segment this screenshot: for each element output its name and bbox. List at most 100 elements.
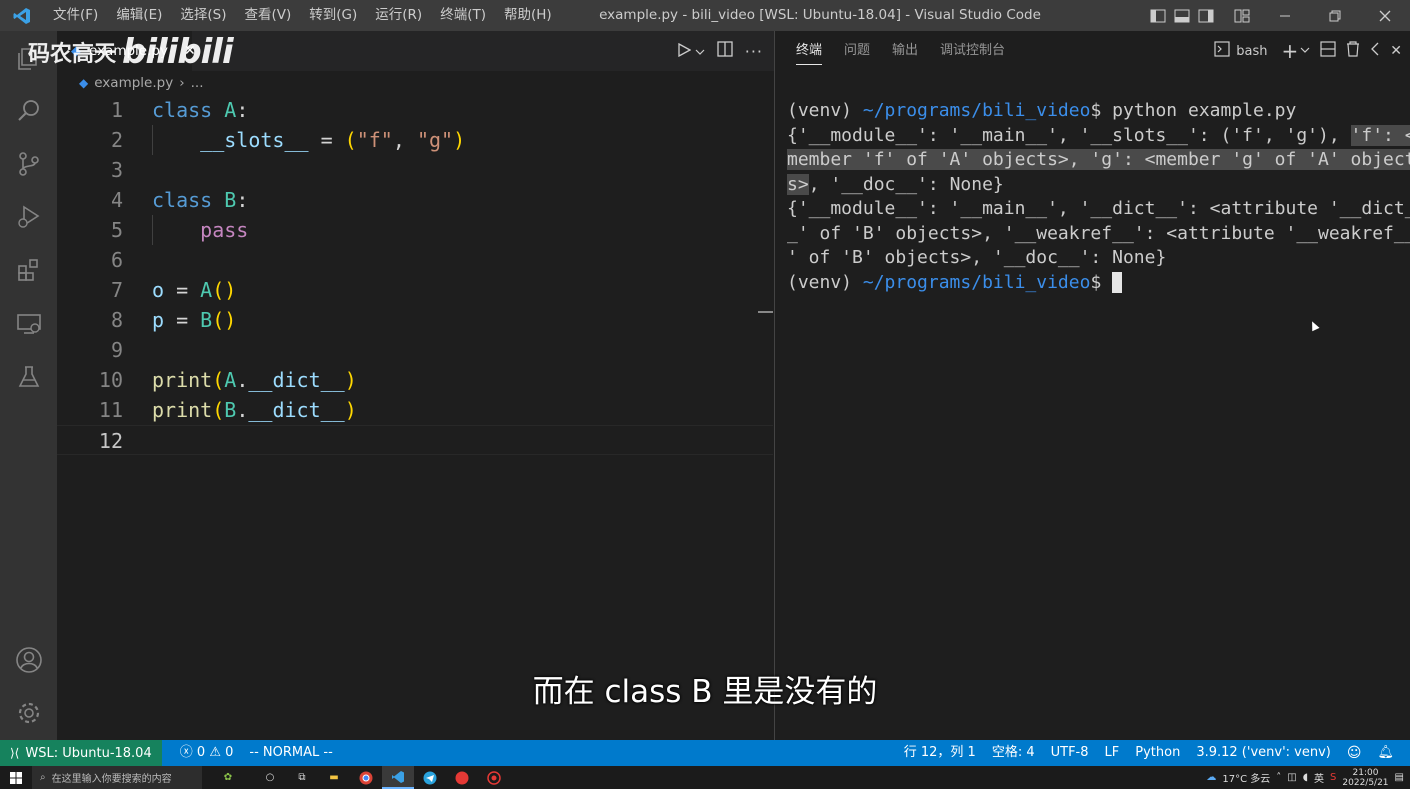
task-view-icon[interactable]: ⧉ [286,766,318,789]
code-editor[interactable]: 1 class A: 2 __slots__ = ("f", "g") 3 4 class… [57,95,773,740]
file-explorer-icon[interactable]: ▬ [318,766,350,789]
vscode-logo-icon [0,0,44,31]
menu-go[interactable]: 转到(G) [300,0,366,31]
warning-icon: ⚠ [209,745,221,760]
terminal-dropdown-chevron-down-icon[interactable] [1300,44,1310,59]
bilibili-logo: bilibili [122,32,234,72]
python-interpreter[interactable]: 3.9.12 ('venv': venv) [1188,740,1339,766]
window-title: example.py - bili_video [WSL: Ubuntu-18.… [599,7,1041,23]
kill-terminal-trash-icon[interactable] [1346,41,1360,61]
tab-problems[interactable]: 问题 [833,31,881,71]
code-line[interactable]: 8 p = B() [57,305,773,335]
search-highlight-icon[interactable]: ✿ [202,766,254,789]
code-line[interactable]: 2 __slots__ = ("f", "g") [57,125,773,155]
menu-selection[interactable]: 选择(S) [171,0,235,31]
code-line[interactable]: 1 class A: [57,95,773,125]
ime-indicator[interactable]: 英 [1314,770,1324,785]
menu-view[interactable]: 查看(V) [236,0,301,31]
tab-debug-console[interactable]: 调试控制台 [929,31,1016,71]
code-line[interactable]: 6 [57,245,773,275]
toggle-panel-icon[interactable] [1170,0,1194,31]
language-mode[interactable]: Python [1127,740,1188,766]
tray-overflow-chevron-up-icon[interactable]: ˄ [1276,772,1281,783]
restore-button[interactable] [1310,0,1360,31]
code-line[interactable]: 7 o = A() [57,275,773,305]
menu-edit[interactable]: 编辑(E) [107,0,171,31]
run-dropdown-chevron-down-icon[interactable] [695,42,705,61]
collapse-panel-chevron-left-icon[interactable] [1370,42,1380,60]
source-control-icon[interactable] [0,139,57,189]
menu-terminal[interactable]: 终端(T) [431,0,495,31]
scrollbar-cursor-marker[interactable] [758,311,773,313]
line-number: 4 [110,188,123,212]
new-terminal-plus-icon[interactable]: + [1282,39,1299,63]
terminal-shell-icon[interactable] [1214,41,1230,61]
line-text: __slots__ = ("f", "g") [200,128,466,152]
code-line[interactable]: 3 [57,155,773,185]
menu-help[interactable]: 帮助(H) [495,0,561,31]
menu-run[interactable]: 运行(R) [366,0,431,31]
volume-icon[interactable]: ◖ [1303,772,1308,783]
split-editor-icon[interactable] [717,41,733,61]
close-window-button[interactable] [1360,0,1410,31]
clock[interactable]: 21:00 2022/5/21 [1342,768,1388,788]
tab-terminal[interactable]: 终端 [785,31,833,71]
clock-date: 2022/5/21 [1342,777,1389,788]
line-number: 10 [98,368,123,392]
cortana-icon[interactable]: ○ [254,766,286,789]
code-line[interactable]: 11 print(B.__dict__) [57,395,773,425]
breadcrumb-symbols[interactable]: ... [191,75,204,91]
split-terminal-icon[interactable] [1320,41,1336,61]
indentation[interactable]: 空格: 4 [984,740,1043,766]
network-icon[interactable]: ◫ [1287,772,1296,783]
toggle-secondary-sidebar-icon[interactable] [1194,0,1218,31]
run-file-icon[interactable] [677,42,692,61]
terminal-line: {'__module__': '__main__', '__slots__': … [787,124,1410,149]
extensions-icon[interactable] [0,245,57,295]
run-debug-icon[interactable] [0,192,57,242]
code-line[interactable]: 5 pass [57,215,773,245]
terminal-cursor [1112,272,1123,293]
minimize-button[interactable] [1260,0,1310,31]
action-center-icon[interactable]: ▤ [1395,772,1404,783]
code-line[interactable]: 9 [57,335,773,365]
breadcrumb-file[interactable]: example.py [94,75,173,91]
terminal-output[interactable]: (venv) ~/programs/bili_video$ python exa… [775,71,1410,740]
app-icon-red[interactable] [446,766,478,789]
taskbar-search-placeholder: 在这里输入你要搜索的内容 [51,774,172,785]
code-line[interactable]: 4 class B: [57,185,773,215]
vscode-window: 文件(F) 编辑(E) 选择(S) 查看(V) 转到(G) 运行(R) 终端(T… [0,0,1410,789]
remote-explorer-icon[interactable] [0,299,57,349]
code-line[interactable]: 10 print(A.__dict__) [57,365,773,395]
status-bar: ⟩⟨ WSL: Ubuntu-18.04 ⓧ 0 ⚠ 0 -- NORMAL -… [0,740,1410,766]
more-actions-icon[interactable]: ··· [745,42,763,61]
feedback-icon[interactable]: ☺ [1339,740,1370,766]
status-right: 行 12，列 1 空格: 4 UTF-8 LF Python 3.9.12 ('… [896,740,1402,766]
vscode-taskbar-icon[interactable] [382,766,414,789]
close-panel-icon[interactable]: ✕ [1390,43,1402,59]
taskbar-search[interactable]: ⌕ 在这里输入你要搜索的内容 [32,766,202,789]
customize-layout-icon[interactable] [1230,0,1254,31]
antivirus-icon: S [1330,772,1337,783]
line-text: class B: [152,188,249,212]
windows-start-icon[interactable] [0,766,32,789]
end-of-line[interactable]: LF [1097,740,1128,766]
notifications-bell-icon[interactable]: 🔔︎ [1369,740,1402,766]
weather-text[interactable]: 17°C 多云 [1222,770,1270,785]
terminal-shell-label[interactable]: bash [1236,44,1267,59]
testing-icon[interactable] [0,352,57,402]
chrome-icon[interactable] [350,766,382,789]
telegram-icon[interactable] [414,766,446,789]
encoding[interactable]: UTF-8 [1043,740,1097,766]
app-icon-recorder[interactable] [478,766,510,789]
code-line[interactable]: 12 [57,425,773,455]
line-number: 1 [110,98,123,122]
cursor-position[interactable]: 行 12，列 1 [896,740,984,766]
menu-file[interactable]: 文件(F) [44,0,107,31]
line-number: 2 [110,128,123,152]
tab-output[interactable]: 输出 [881,31,929,71]
toggle-sidebar-icon[interactable] [1146,0,1170,31]
problems-indicator[interactable]: ⓧ 0 ⚠ 0 [172,740,242,766]
search-icon[interactable] [0,86,57,136]
remote-indicator[interactable]: ⟩⟨ WSL: Ubuntu-18.04 [0,740,162,766]
